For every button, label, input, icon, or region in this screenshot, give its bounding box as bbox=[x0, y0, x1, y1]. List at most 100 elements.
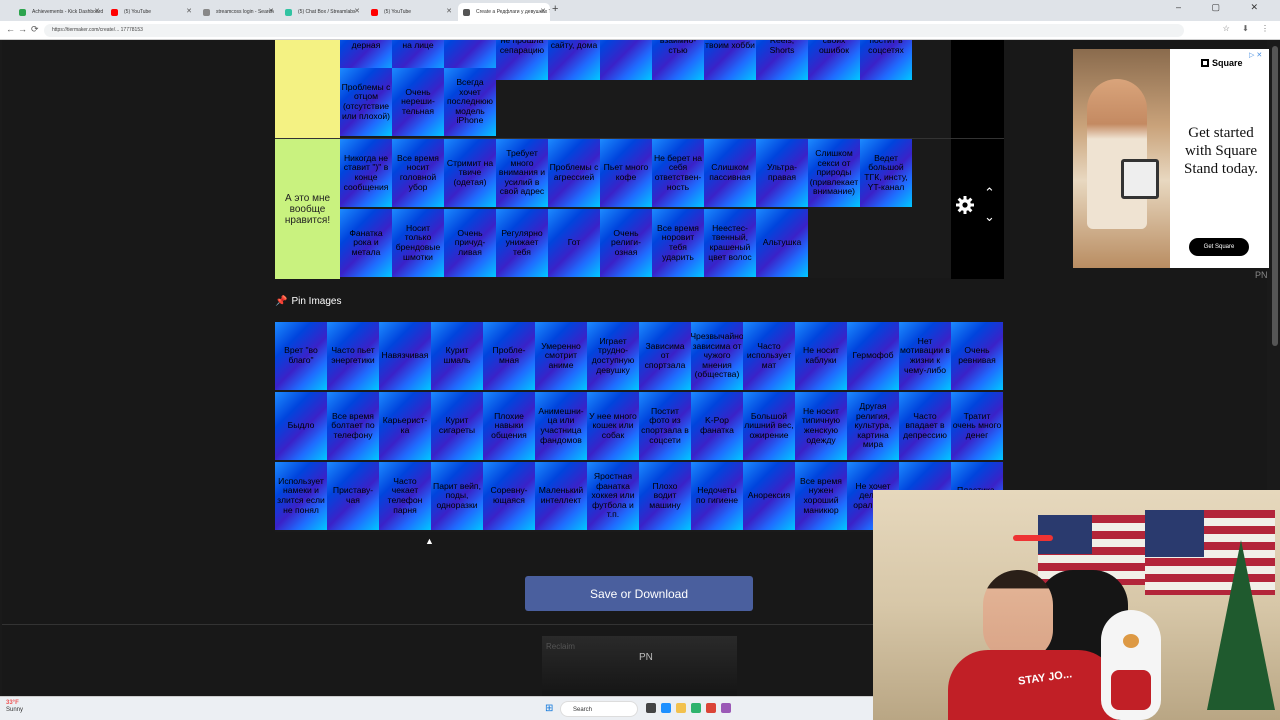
tier-item-card[interactable]: Анимешни-ца или участница фандомов bbox=[535, 392, 587, 460]
edge-icon[interactable] bbox=[661, 703, 671, 713]
tier-item-card[interactable]: Все время носит головной убор bbox=[392, 139, 444, 207]
tier-item-card[interactable]: Слишком секси от природы (привлекает вни… bbox=[808, 139, 860, 207]
tier-item-card[interactable]: Играет трудно-доступную девушку bbox=[587, 322, 639, 390]
tier-item-card[interactable]: Навязчивая bbox=[379, 322, 431, 390]
tier-item-card[interactable]: Пьет много кофе bbox=[600, 139, 652, 207]
gear-icon[interactable] bbox=[955, 195, 975, 215]
windows-start-icon[interactable]: ⊞ bbox=[545, 703, 553, 714]
tier-item-card[interactable]: Часто чекает телефон парня bbox=[379, 462, 431, 530]
tier-item-card[interactable]: взаимно-стью bbox=[652, 40, 704, 80]
tier-item-card[interactable] bbox=[600, 40, 652, 80]
tier-item-card[interactable]: не прошла сепарацию bbox=[496, 40, 548, 80]
ad-cta-button[interactable]: Get Square bbox=[1189, 238, 1249, 256]
weather-widget[interactable]: 33°F Sunny bbox=[6, 700, 23, 714]
tier-item-card[interactable]: Яростная фанатка хоккея или футбола и т.… bbox=[587, 462, 639, 530]
tier-item-card[interactable]: Курит сигареты bbox=[431, 392, 483, 460]
tier-item-card[interactable]: сайту, дома bbox=[548, 40, 600, 80]
tier-item-card[interactable]: Часто использует мат bbox=[743, 322, 795, 390]
scrollbar-thumb[interactable] bbox=[1272, 46, 1278, 346]
tier-item-card[interactable]: твоим хобби bbox=[704, 40, 756, 80]
tier-item-card[interactable]: Ведет большой ТГК, инсту, YT-канал bbox=[860, 139, 912, 207]
tier-items[interactable]: Никогда не ставит ")" в конце сообщения В… bbox=[340, 139, 950, 279]
tier-item-card[interactable]: Требует много внимания и усилий в свой а… bbox=[496, 139, 548, 207]
tier-item-card[interactable]: Соревну-ющаяся bbox=[483, 462, 535, 530]
taskview-icon[interactable] bbox=[646, 703, 656, 713]
close-tab-icon[interactable]: ✕ bbox=[186, 3, 192, 21]
tier-item-card[interactable]: Очень нереши-тельная bbox=[392, 68, 444, 136]
tier-item-card[interactable]: Гот bbox=[548, 209, 600, 277]
tier-item-card[interactable]: Неестес-твенный, крашеный цвет волос bbox=[704, 209, 756, 277]
tier-label[interactable]: А это мне вообще нравится! bbox=[275, 139, 340, 279]
tier-item-card[interactable]: Плохо водит машину bbox=[639, 462, 691, 530]
tier-item-card[interactable]: Не носит каблуки bbox=[795, 322, 847, 390]
forward-button[interactable]: → bbox=[18, 24, 27, 34]
tier-item-card[interactable]: Быдло bbox=[275, 392, 327, 460]
tier-item-card[interactable]: Все время нужен хороший маникюр bbox=[795, 462, 847, 530]
move-up-icon[interactable]: ⌃ bbox=[984, 185, 995, 201]
tier-item-card[interactable]: Карьерист-ка bbox=[379, 392, 431, 460]
tier-item-card[interactable]: Чрезвычайно зависима от чужого мнения (о… bbox=[691, 322, 743, 390]
chrome-icon[interactable] bbox=[706, 703, 716, 713]
pin-images-toggle[interactable]: 📌 Pin Images bbox=[275, 296, 341, 307]
tier-item-card[interactable]: Часто впадает в депрессию bbox=[899, 392, 951, 460]
tier-item-card[interactable]: Зависима от спортзала bbox=[639, 322, 691, 390]
tier-label[interactable] bbox=[275, 40, 340, 138]
adchoices-icon[interactable]: ▷ ✕ bbox=[1249, 51, 1262, 59]
tier-item-card[interactable]: Врет "во благо" bbox=[275, 322, 327, 390]
browser-tab[interactable]: (5) Chat Box / Streamlabs ✕ bbox=[280, 3, 364, 21]
tier-item-card[interactable]: Парит вейп, поды, одноразки bbox=[431, 462, 483, 530]
window-controls[interactable]: – ▢ ✕ bbox=[1176, 2, 1272, 13]
tier-item-card[interactable]: Пробле-мная bbox=[483, 322, 535, 390]
close-tab-icon[interactable]: ✕ bbox=[94, 3, 100, 21]
browser-tab[interactable]: (5) YouTube ✕ bbox=[366, 3, 456, 21]
tier-item-card[interactable]: Никогда не ставит ")" в конце сообщения bbox=[340, 139, 392, 207]
folder-icon[interactable] bbox=[676, 703, 686, 713]
tier-item-card[interactable]: Проблемы с отцом (отсутствие или плохой) bbox=[340, 68, 392, 136]
browser-tab[interactable]: Achievements - Kick Dashboard ✕ bbox=[14, 3, 104, 21]
tier-item-card[interactable]: Тратит очень много денег bbox=[951, 392, 1003, 460]
tier-item-card[interactable]: Не берет на себя ответствен-ность bbox=[652, 139, 704, 207]
move-down-icon[interactable]: ⌄ bbox=[984, 209, 995, 225]
tier-item-card[interactable]: своих ошибок bbox=[808, 40, 860, 80]
close-tab-icon[interactable]: ✕ bbox=[268, 3, 274, 21]
new-tab-button[interactable]: + bbox=[552, 3, 558, 15]
tier-item-card[interactable]: Очень религи-озная bbox=[600, 209, 652, 277]
tier-item-card[interactable]: Ультра-правая bbox=[756, 139, 808, 207]
store-icon[interactable] bbox=[691, 703, 701, 713]
tier-item-card[interactable]: Недочеты по гигиене bbox=[691, 462, 743, 530]
tier-item-card[interactable]: Не носит типичную женскую одежду bbox=[795, 392, 847, 460]
tier-item-card[interactable]: Умеренно смотрит аниме bbox=[535, 322, 587, 390]
tier-item-card[interactable]: У нее много кошек или собак bbox=[587, 392, 639, 460]
browser-tab[interactable]: Create a Редфлаги у девушках Ti... ✕ bbox=[458, 3, 550, 21]
tier-item-card[interactable]: Нет мотивации в жизни к чему-либо bbox=[899, 322, 951, 390]
save-or-download-button[interactable]: Save or Download bbox=[525, 576, 753, 611]
tier-item-card[interactable]: K-Pop фанатка bbox=[691, 392, 743, 460]
tier-item-card[interactable]: Слишком пассивная bbox=[704, 139, 756, 207]
advertisement[interactable]: ▷ ✕ Square Get started with Square Stand… bbox=[1073, 49, 1269, 268]
url-input[interactable]: https://tiermaker.com/create/... 1777815… bbox=[44, 24, 1184, 37]
tier-item-card[interactable]: Маленький интеллект bbox=[535, 462, 587, 530]
tier-item-card[interactable]: Гермофоб bbox=[847, 322, 899, 390]
close-tab-icon[interactable]: ✕ bbox=[354, 3, 360, 21]
tier-item-card[interactable]: Носит только брендовые шмотки bbox=[392, 209, 444, 277]
tier-item-card[interactable]: Анорексия bbox=[743, 462, 795, 530]
tier-item-card[interactable]: Альтушка bbox=[756, 209, 808, 277]
tier-item-card[interactable]: Reels, Shorts bbox=[756, 40, 808, 80]
tier-item-card[interactable]: Стримит на твиче (одетая) bbox=[444, 139, 496, 207]
tier-item-card[interactable]: Большой лишний вес, ожирение bbox=[743, 392, 795, 460]
tier-item-card[interactable]: Курит шмаль bbox=[431, 322, 483, 390]
browser-tab[interactable]: (5) YouTube ✕ bbox=[106, 3, 196, 21]
reload-button[interactable]: ⟳ bbox=[31, 24, 39, 35]
app-icon[interactable] bbox=[721, 703, 731, 713]
tier-item-card[interactable]: Все время норовит тебя ударить bbox=[652, 209, 704, 277]
tier-item-card[interactable]: Очень ревнивая bbox=[951, 322, 1003, 390]
taskbar-search[interactable]: Search bbox=[560, 701, 638, 717]
tier-item-card[interactable]: Плохие навыки общения bbox=[483, 392, 535, 460]
tier-item-card[interactable]: постит в соцсетях bbox=[860, 40, 912, 80]
browser-tab[interactable]: streamcoss login - Search ✕ bbox=[198, 3, 278, 21]
back-button[interactable]: ← bbox=[6, 24, 15, 34]
tier-item-card[interactable]: Фанатка рока и метала bbox=[340, 209, 392, 277]
browser-toolbar-icons[interactable]: ☆ ⬇ ⋮ bbox=[1223, 24, 1274, 33]
tier-item-card[interactable]: Все время болтает по телефону bbox=[327, 392, 379, 460]
close-tab-icon[interactable]: ✕ bbox=[446, 3, 452, 21]
